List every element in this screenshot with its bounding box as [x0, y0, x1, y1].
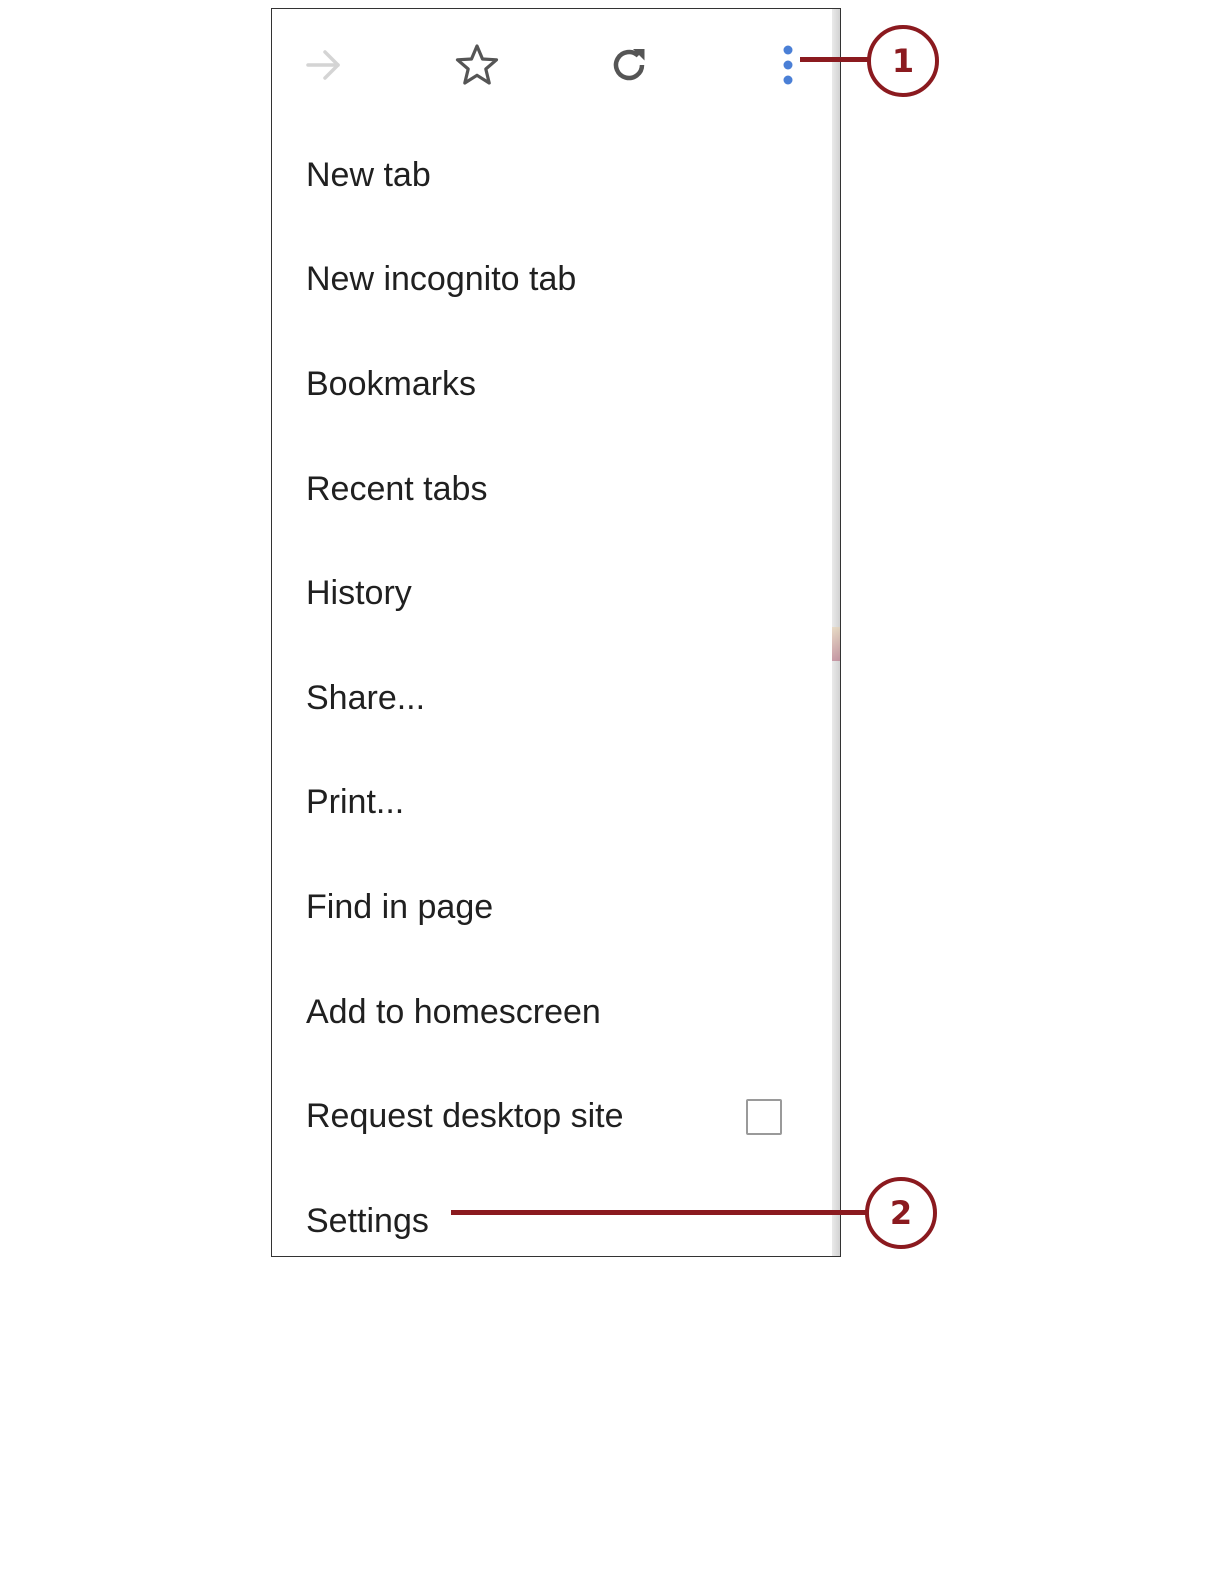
- menu-item-label: Recent tabs: [306, 469, 488, 508]
- menu-item-bookmarks[interactable]: Bookmarks: [272, 332, 832, 437]
- menu-item-history[interactable]: History: [272, 541, 832, 646]
- menu-item-find-in-page[interactable]: Find in page: [272, 855, 832, 960]
- menu-item-label: Settings: [306, 1201, 429, 1240]
- bookmark-star-button[interactable]: [449, 37, 505, 93]
- menu-item-label: History: [306, 574, 412, 613]
- menu-item-label: Print...: [306, 783, 405, 822]
- callout-2-badge: 2: [865, 1177, 937, 1249]
- menu-item-label: New incognito tab: [306, 260, 577, 299]
- request-desktop-site-checkbox[interactable]: [746, 1098, 782, 1135]
- menu-item-label: Find in page: [306, 887, 494, 926]
- page-edge-mark: [832, 627, 840, 661]
- reload-icon: [613, 49, 645, 81]
- menu-item-recent-tabs[interactable]: Recent tabs: [272, 437, 832, 542]
- browser-menu-panel: New tab New incognito tab Bookmarks Rece…: [271, 8, 841, 1257]
- callout-1-badge: 1: [867, 25, 939, 97]
- more-options-button[interactable]: [766, 37, 810, 93]
- menu-item-new-incognito-tab[interactable]: New incognito tab: [272, 228, 832, 333]
- callout-1-number: 1: [891, 42, 915, 80]
- menu-item-label: Add to homescreen: [306, 992, 601, 1031]
- menu-item-request-desktop-site[interactable]: Request desktop site: [272, 1064, 832, 1169]
- forward-button[interactable]: [296, 37, 352, 93]
- menu-list: New tab New incognito tab Bookmarks Rece…: [272, 123, 832, 1256]
- callout-1-leader-line: [800, 57, 872, 62]
- menu-item-label: Share...: [306, 678, 426, 717]
- bookmark-star-icon: [455, 44, 499, 85]
- menu-item-new-tab[interactable]: New tab: [272, 123, 832, 228]
- menu-item-label: Bookmarks: [306, 364, 477, 403]
- more-options-icon: [783, 45, 793, 85]
- reload-button[interactable]: [601, 37, 657, 93]
- callout-2-number: 2: [889, 1194, 913, 1232]
- menu-item-print[interactable]: Print...: [272, 751, 832, 856]
- menu-toolbar: [272, 9, 832, 119]
- menu-item-label: New tab: [306, 155, 431, 194]
- callout-2-leader-line: [451, 1210, 871, 1215]
- menu-item-label: Request desktop site: [306, 1097, 624, 1136]
- page-edge-strip: [832, 9, 840, 1256]
- forward-arrow-icon: [306, 50, 340, 80]
- menu-item-add-to-homescreen[interactable]: Add to homescreen: [272, 960, 832, 1065]
- menu-item-share[interactable]: Share...: [272, 646, 832, 751]
